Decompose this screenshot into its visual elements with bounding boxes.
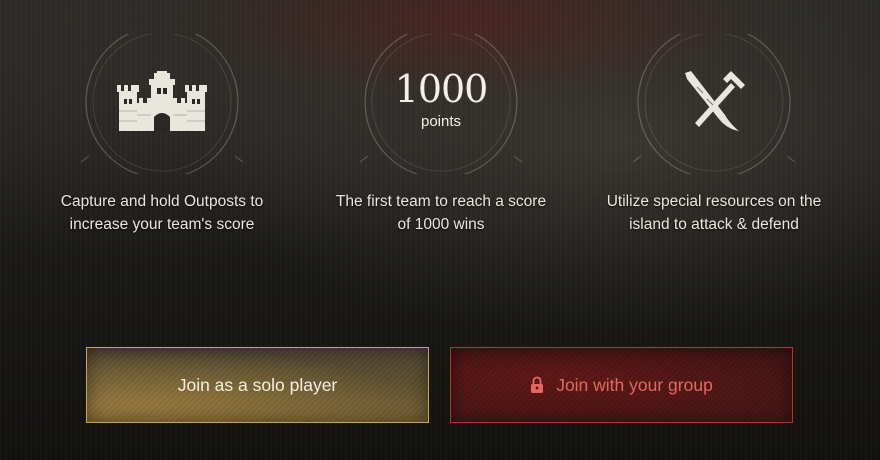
crossed-tools-icon: [685, 71, 745, 131]
join-group-button[interactable]: Join with your group: [450, 347, 793, 423]
feature-score-description: The first team to reach a score of 1000 …: [316, 190, 566, 236]
description-line: The first team to reach a score: [335, 193, 547, 210]
castle-icon: [117, 71, 207, 131]
feature-resources: Utilize special resources on the island …: [589, 34, 839, 236]
feature-outposts-description: Capture and hold Outposts to increase yo…: [37, 190, 287, 236]
feature-resources-description: Utilize special resources on the island …: [589, 190, 839, 236]
join-solo-label: Join as a solo player: [177, 374, 338, 395]
outpost-emblem: [77, 34, 247, 174]
score-emblem: 1000 points: [356, 34, 526, 174]
description-line: island to attack & defend: [629, 216, 799, 233]
score-target-unit: points: [420, 113, 462, 130]
score-target-value: 1000: [394, 67, 489, 111]
description-line: Utilize special resources on the: [606, 193, 822, 210]
description-line: Capture and hold Outposts to: [60, 193, 264, 210]
lock-icon: [530, 376, 544, 394]
resources-emblem: [629, 34, 799, 174]
description-line: of 1000 wins: [397, 216, 485, 233]
join-solo-button[interactable]: Join as a solo player: [86, 347, 429, 423]
join-group-label: Join with your group: [556, 374, 713, 395]
description-line: increase your team's score: [69, 216, 255, 233]
feature-outposts: Capture and hold Outposts to increase yo…: [37, 34, 287, 236]
feature-score: 1000 points The first team to reach a sc…: [316, 34, 566, 236]
